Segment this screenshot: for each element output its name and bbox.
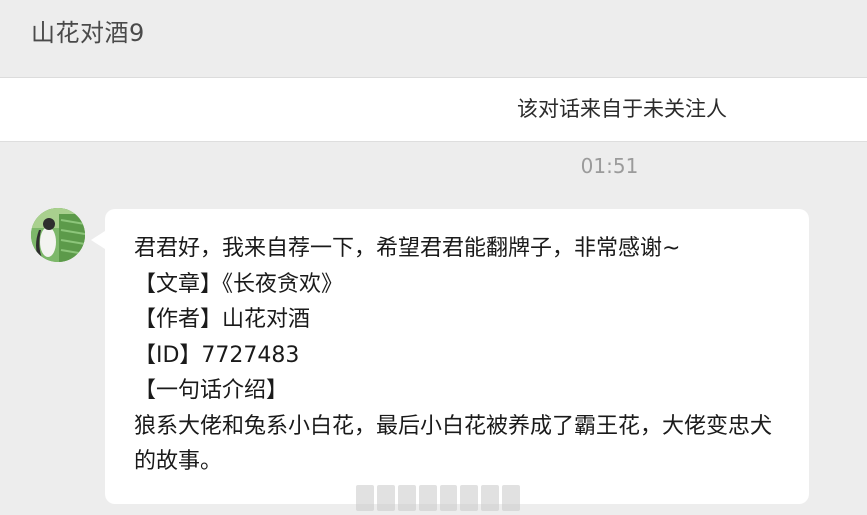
chat-title: 山花对酒9 <box>31 19 145 47</box>
unfollowed-notice-text: 该对话来自于未关注人 <box>517 97 727 121</box>
sender-avatar[interactable] <box>31 208 85 262</box>
chat-header: 山花对酒9 <box>0 0 867 78</box>
blurred-watermark <box>356 485 520 511</box>
avatar-image <box>31 208 85 262</box>
message-line: 【ID】7727483 <box>134 342 300 368</box>
message-timestamp: 01:51 <box>0 152 867 180</box>
message-line: 【作者】山花对酒 <box>134 307 311 332</box>
timestamp-text: 01:51 <box>580 154 639 178</box>
message-bubble[interactable]: 君君好，我来自荐一下，希望君君能翻牌子，非常感谢~ 【文章】《长夜贪欢》 【作者… <box>91 209 809 504</box>
unfollowed-notice-bar: 该对话来自于未关注人 <box>0 78 867 142</box>
message-line: 【一句话介绍】 <box>134 378 289 403</box>
message-line: 【文章】《长夜贪欢》 <box>134 271 344 297</box>
bubble-tail <box>91 231 105 249</box>
message-line: 君君好，我来自荐一下，希望君君能翻牌子，非常感谢~ <box>134 236 681 261</box>
message-line: 狼系大佬和兔系小白花，最后小白花被养成了霸王花，大佬变忠犬的故事。 <box>134 413 773 475</box>
